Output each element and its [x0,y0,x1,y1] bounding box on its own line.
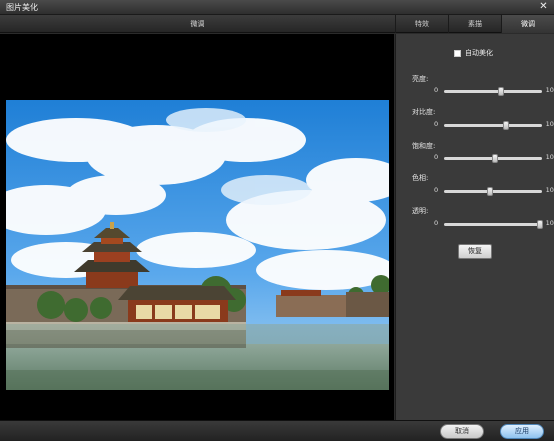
cancel-button[interactable]: 取消 [440,424,484,439]
slider-max: 100 [545,186,554,194]
slider-track[interactable] [444,87,542,96]
canvas-header-label: 微调 [190,20,205,28]
hue-slider[interactable]: 0 100 [434,186,554,196]
brightness-label: 亮度: [412,75,429,83]
auto-beautify-label: 自动美化 [465,49,493,57]
contrast-label: 对比度: [412,108,436,116]
slider-thumb[interactable] [537,220,544,229]
slider-track[interactable] [444,154,542,163]
tab-bar: 微调 特效 素描 微调 [0,15,554,33]
checkbox-box[interactable] [454,49,461,57]
tab-sketch[interactable]: 素描 [448,15,501,33]
slider-min: 0 [434,120,439,128]
slider-min: 0 [434,153,439,161]
slider-min: 0 [434,186,439,194]
hue-label: 色相: [412,174,429,182]
slider-thumb[interactable] [491,154,498,163]
apply-button[interactable]: 应用 [500,424,544,439]
tab-effects[interactable]: 特效 [395,15,448,33]
slider-track[interactable] [444,220,544,229]
title-bar: 图片美化 ✕ [0,0,554,15]
slider-max: 100 [545,153,554,161]
window-title: 图片美化 [6,3,38,12]
close-icon[interactable]: ✕ [538,1,549,12]
auto-beautify-checkbox[interactable]: 自动美化 [454,48,493,58]
preview-canvas [0,34,394,420]
slider-max: 100 [545,86,554,94]
tab-adjust[interactable]: 微调 [501,15,554,33]
slider-min: 0 [434,86,439,94]
slider-thumb[interactable] [487,187,494,196]
slider-track[interactable] [444,187,542,196]
forbidden-city-photo [6,100,389,390]
contrast-slider[interactable]: 0 100 [434,120,554,130]
slider-track[interactable] [444,121,542,130]
reset-button[interactable]: 恢复 [458,244,492,259]
transparency-slider[interactable]: 0 100 [434,219,554,229]
preview-photo [6,100,389,390]
adjust-panel: 自动美化 亮度: 0 100 对比度: 0 100 饱和度: 0 100 色相:… [395,34,554,420]
transparency-label: 透明: [412,207,429,215]
slider-min: 0 [434,219,439,227]
saturation-slider[interactable]: 0 100 [434,153,554,163]
brightness-slider[interactable]: 0 100 [434,86,554,96]
slider-max: 100 [545,219,554,227]
slider-max: 100 [545,120,554,128]
slider-thumb[interactable] [502,121,509,130]
saturation-label: 饱和度: [412,142,436,150]
slider-thumb[interactable] [497,87,504,96]
bottom-bar: 取消 应用 [0,420,554,441]
